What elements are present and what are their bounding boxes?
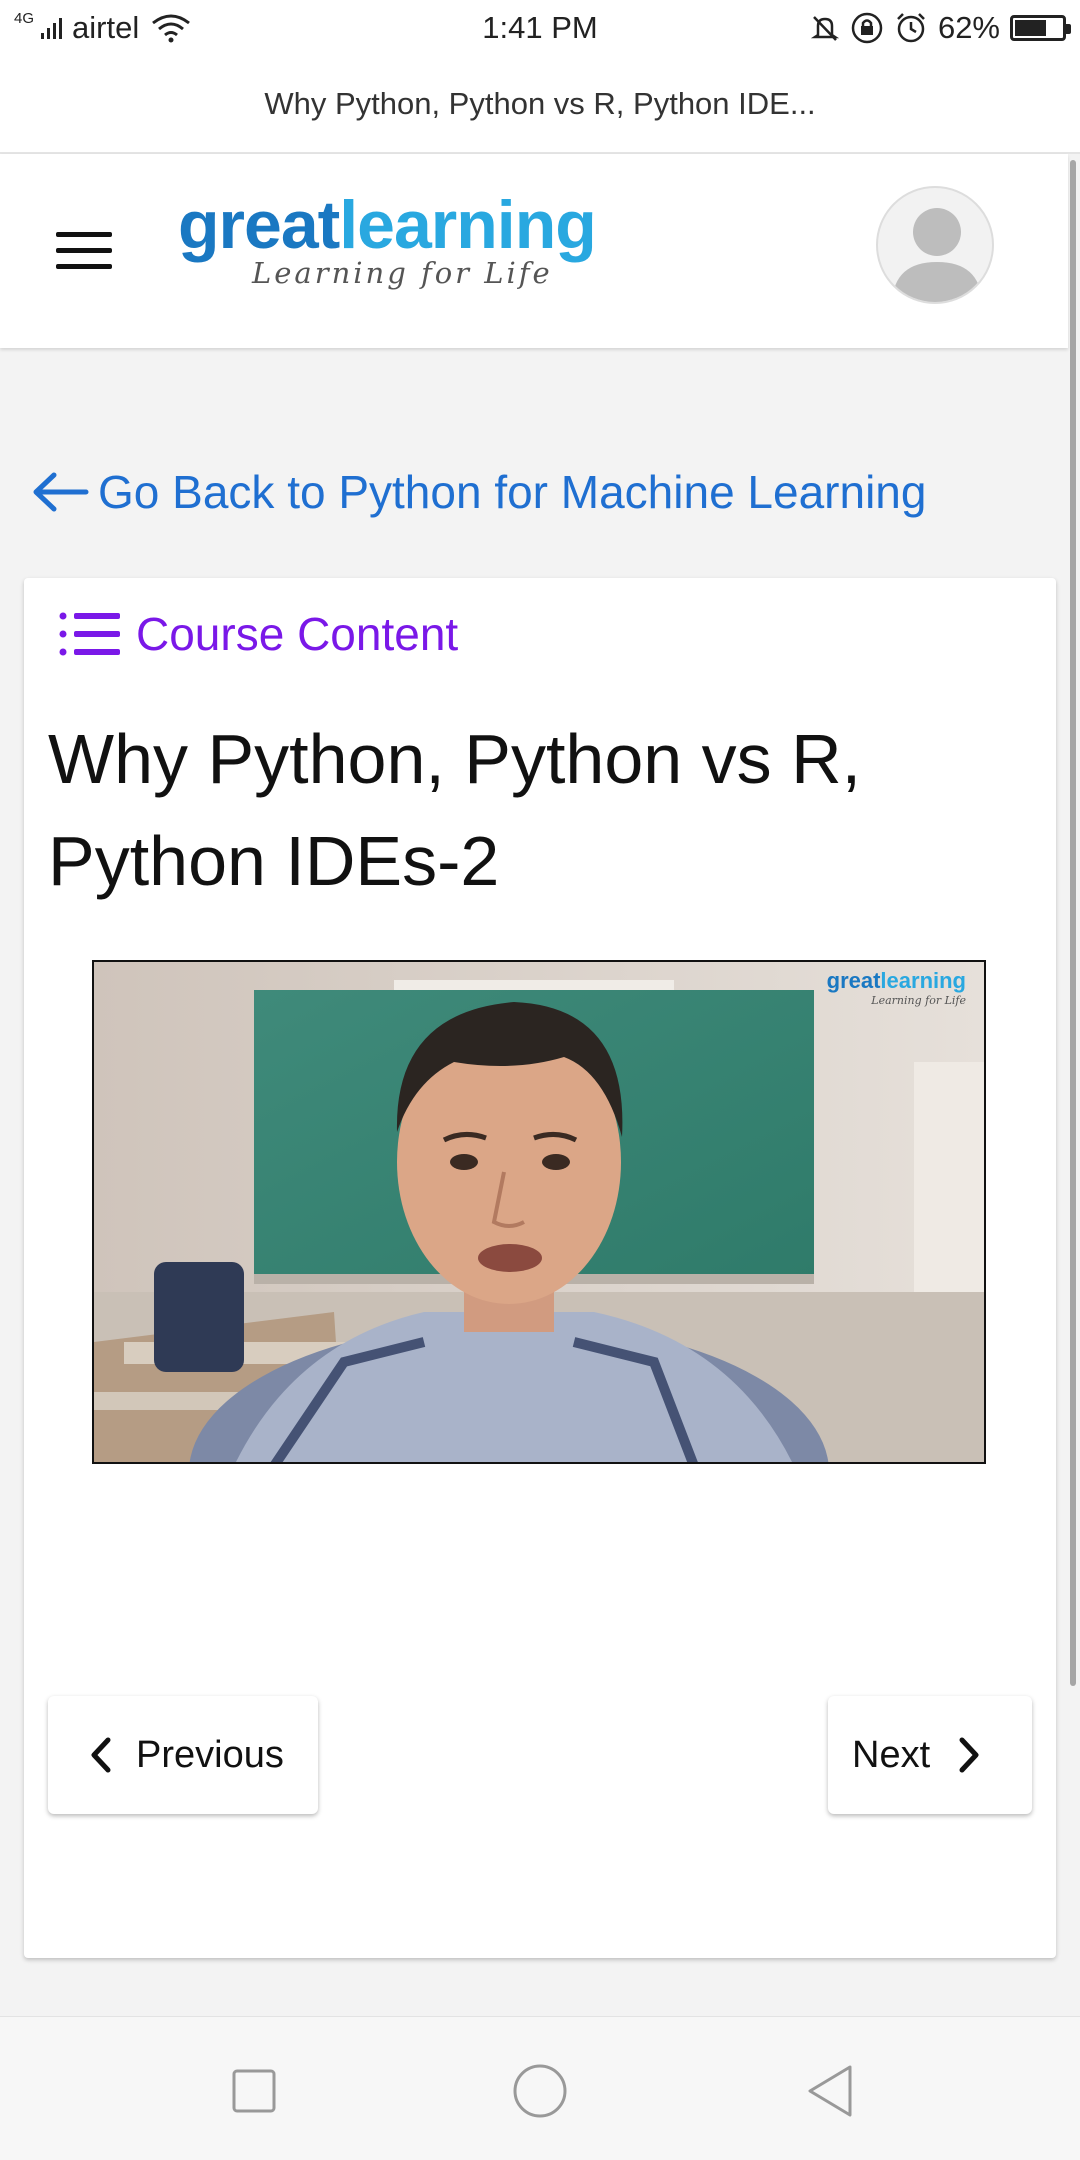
wifi-icon (152, 14, 191, 43)
home-icon[interactable] (510, 2061, 570, 2121)
list-icon (59, 612, 120, 656)
course-content-link[interactable]: Course Content (58, 604, 458, 664)
alarm-icon (897, 13, 925, 43)
mute-icon (810, 16, 840, 41)
logo-learning-text: learning (339, 187, 596, 263)
go-back-label: Go Back to Python for Machine Learning (98, 466, 927, 518)
previous-label: Previous (136, 1733, 284, 1776)
logo-great-text: great (178, 187, 340, 263)
logo-wordmark: greatlearning (178, 190, 638, 260)
video-watermark-wordmark: greatlearning (827, 968, 966, 994)
status-right: 62% (706, 10, 1071, 46)
lesson-title: Why Python, Python vs R, Python IDEs-2 (48, 708, 1028, 912)
lock-rotation-icon (851, 12, 883, 44)
video-player[interactable]: greatlearning Learning for Life (92, 960, 986, 1464)
video-watermark-tagline: Learning for Life (871, 994, 966, 1007)
battery-level-fill (1015, 20, 1046, 36)
status-left: 4G airtel (14, 10, 374, 46)
previous-button[interactable]: Previous (48, 1696, 318, 1814)
lesson-title-line2: Python IDEs-2 (48, 822, 500, 900)
battery-icon (1010, 15, 1071, 41)
greatlearning-logo[interactable]: greatlearning Learning for Life (178, 190, 638, 300)
chevron-left-icon (91, 1737, 111, 1773)
back-arrow-icon (33, 472, 89, 512)
avatar[interactable] (876, 186, 994, 304)
scrollbar[interactable] (1070, 160, 1076, 1686)
status-time: 1:41 PM (482, 10, 598, 45)
go-back-link[interactable]: Go Back to Python for Machine Learning (32, 460, 926, 524)
back-icon[interactable] (800, 2061, 860, 2121)
lesson-card: Course Content Why Python, Python vs R, … (24, 578, 1056, 1958)
site-header: greatlearning Learning for Life (0, 154, 1068, 348)
battery-percent: 62% (937, 10, 1000, 45)
carrier-name: airtel (72, 10, 140, 45)
video-watermark-logo: greatlearning Learning for Life (827, 968, 966, 1007)
recents-icon[interactable] (224, 2061, 284, 2121)
chevron-right-icon (959, 1737, 979, 1773)
video-watermark-learning: learning (880, 968, 966, 993)
browser-page-title: Why Python, Python vs R, Python IDE... (0, 56, 1080, 154)
signal-icon (41, 18, 63, 39)
next-button[interactable]: Next (828, 1696, 1032, 1814)
android-nav-bar (0, 2016, 1080, 2160)
status-bar: 4G airtel 1:41 PM 62% (0, 0, 1080, 56)
next-label: Next (852, 1733, 931, 1776)
video-frame-image (94, 962, 984, 1462)
video-watermark-great: great (826, 968, 881, 993)
network-type: 4G (14, 9, 35, 27)
avatar-icon (892, 208, 982, 302)
course-content-label: Course Content (136, 608, 459, 660)
page: 4G airtel 1:41 PM 62% Why Python, Python… (0, 0, 1080, 2160)
hamburger-menu-icon[interactable] (56, 232, 112, 270)
lesson-title-line1: Why Python, Python vs R, (48, 720, 862, 798)
